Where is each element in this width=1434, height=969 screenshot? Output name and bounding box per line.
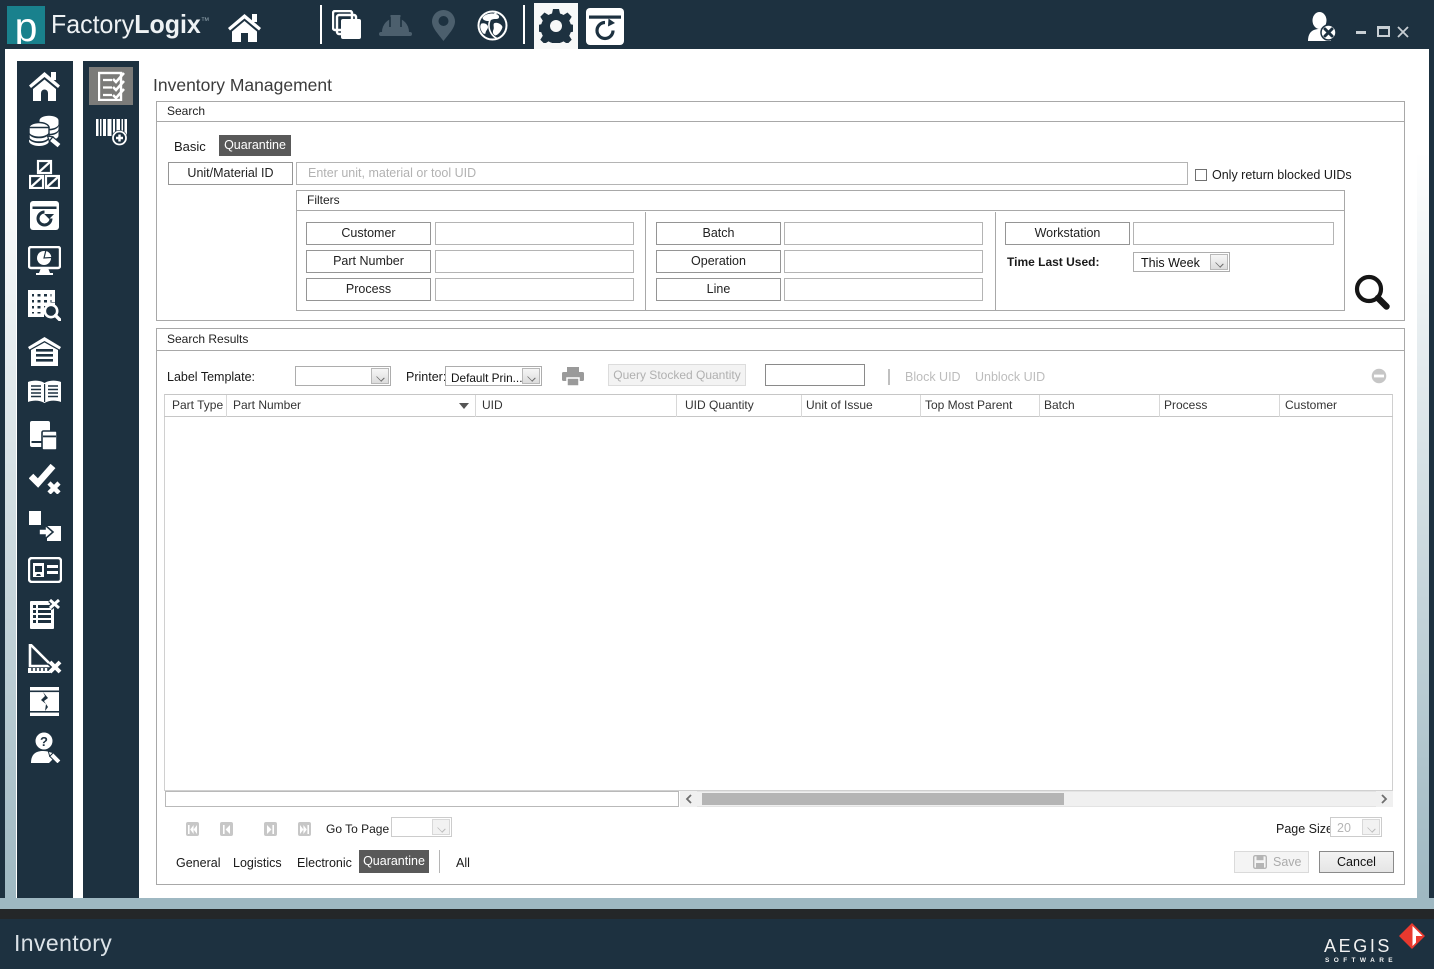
svg-text:AEGIS: AEGIS — [1324, 936, 1392, 956]
svg-text:SOFTWARE: SOFTWARE — [1325, 957, 1397, 964]
svg-text:?: ? — [40, 734, 48, 749]
